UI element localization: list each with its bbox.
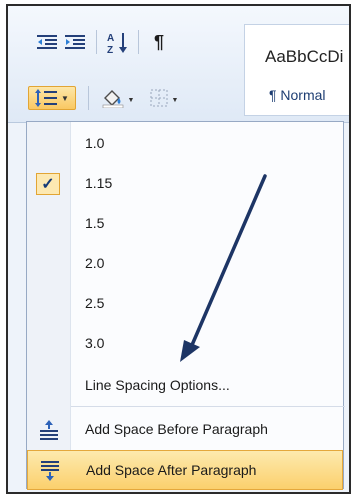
screenshot-frame: A Z ¶ ▼ ▼ ▼ AaBbCcDi ¶ Normal 1.0 ✓ 1.15… xyxy=(6,4,351,494)
annotation-arrow xyxy=(180,174,267,362)
